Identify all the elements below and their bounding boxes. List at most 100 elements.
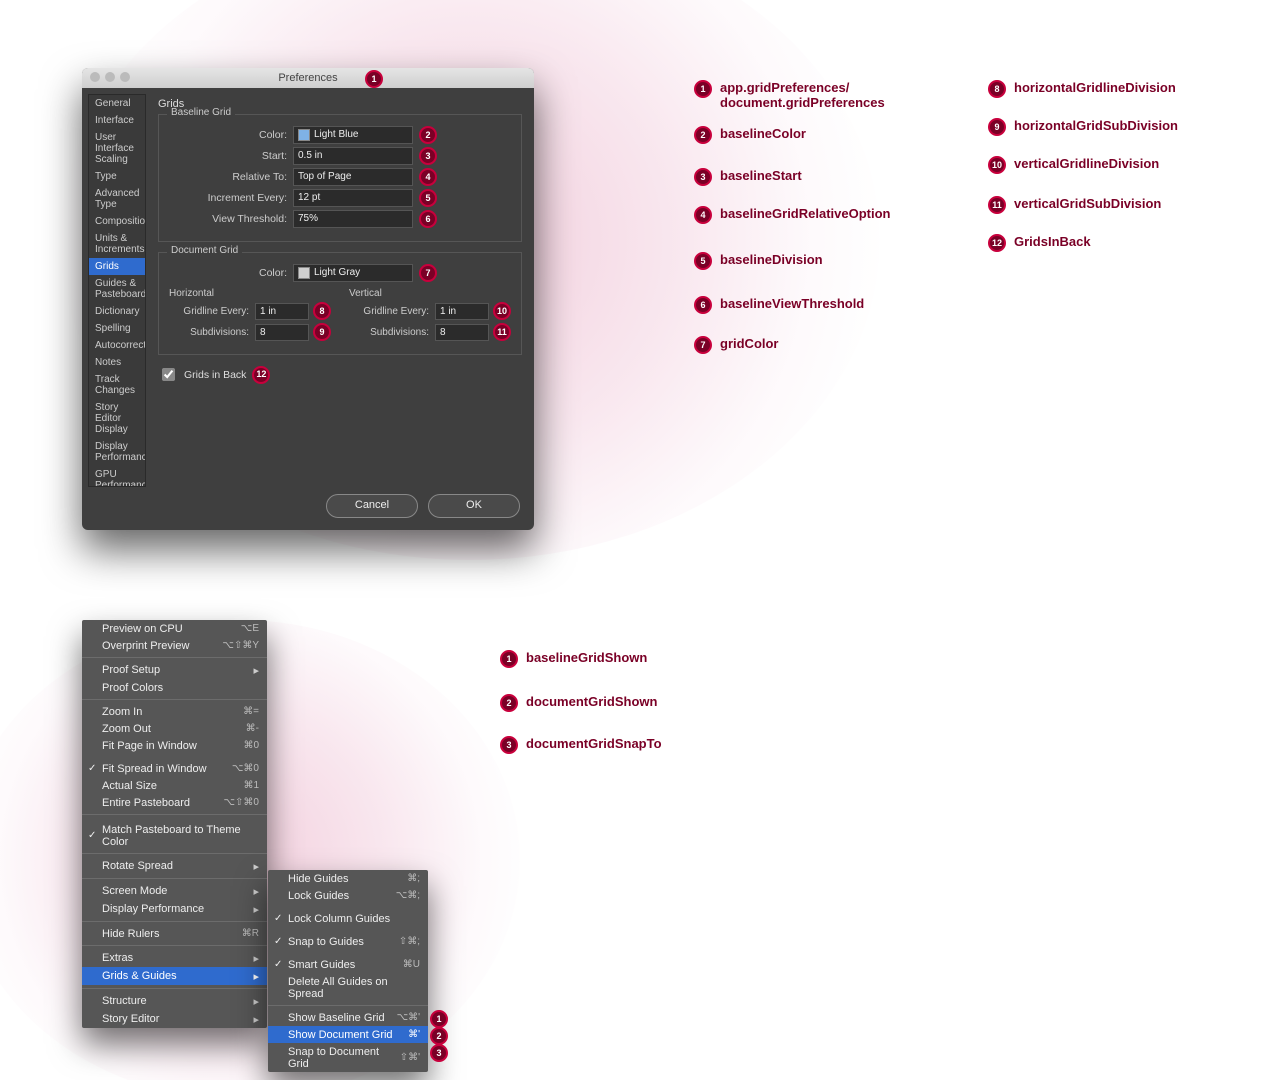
sidebar-item[interactable]: Notes (89, 354, 145, 371)
grids-in-back-checkbox[interactable] (162, 368, 175, 381)
v-subdiv-field[interactable]: 8 (435, 324, 489, 341)
menu-item[interactable]: Zoom In⌘= (82, 703, 267, 720)
sidebar-item[interactable]: Advanced Type (89, 185, 145, 213)
grids-in-back-checkbox-row: Grids in Back 12 (158, 365, 522, 384)
menu-separator (268, 1005, 428, 1006)
menu-item[interactable]: Proof Colors (82, 679, 267, 696)
sidebar-item[interactable]: Spelling (89, 320, 145, 337)
v-gridline-field[interactable]: 1 in (435, 303, 489, 320)
ok-button[interactable]: OK (428, 494, 520, 518)
callout-legend: 12GridsInBack (988, 234, 1091, 252)
sidebar-item[interactable]: Story Editor Display (89, 399, 145, 438)
sidebar-item[interactable]: General (89, 95, 145, 112)
menu-item[interactable]: Grids & Guides▸ (82, 967, 267, 985)
callout-badge: 2 (694, 126, 712, 144)
menu-item[interactable]: Zoom Out⌘- (82, 720, 267, 737)
callout-legend: 5baselineDivision (694, 252, 823, 270)
menu-item[interactable]: Story Editor▸ (82, 1010, 267, 1028)
baseline-threshold-field[interactable]: 75% (293, 210, 413, 228)
menu-item[interactable]: Entire Pasteboard⌥⇧⌘0 (82, 794, 267, 811)
sidebar-item[interactable]: Track Changes (89, 371, 145, 399)
menu-item[interactable]: Lock Guides⌥⌘; (268, 887, 428, 904)
threshold-label: View Threshold: (169, 213, 287, 225)
grids-in-back-label: Grids in Back (184, 369, 246, 381)
menu-item[interactable]: Overprint Preview⌥⇧⌘Y (82, 637, 267, 654)
sidebar-item[interactable]: Composition (89, 213, 145, 230)
color-swatch (298, 129, 310, 141)
document-grid-legend: Document Grid (167, 245, 242, 256)
sidebar-item[interactable]: Interface (89, 112, 145, 129)
callout-badge: 10 (988, 156, 1006, 174)
menu-item[interactable]: Match Pasteboard to Theme Color (82, 821, 267, 850)
cancel-button[interactable]: Cancel (326, 494, 418, 518)
menu-item[interactable]: Smart Guides⌘U (268, 956, 428, 973)
sidebar-item[interactable]: Display Performance (89, 438, 145, 466)
callout-badge-2: 2 (419, 126, 437, 144)
menu-separator (82, 814, 267, 815)
callout-badge: 11 (988, 196, 1006, 214)
menu-item[interactable]: Delete All Guides on Spread (268, 973, 428, 1002)
callout-legend: 6baselineViewThreshold (694, 296, 864, 314)
callout-badge: 6 (694, 296, 712, 314)
callout-badge: 2 (500, 694, 518, 712)
sidebar-item[interactable]: Units & Increments (89, 230, 145, 258)
vertical-label: Vertical (349, 288, 511, 299)
menu-item[interactable]: Fit Page in Window⌘0 (82, 737, 267, 754)
menu-item[interactable]: Screen Mode▸ (82, 882, 267, 900)
docgrid-color-field[interactable]: Light Gray (293, 264, 413, 282)
baseline-relative-field[interactable]: Top of Page (293, 168, 413, 186)
window-traffic-lights (90, 72, 130, 82)
menu-separator (82, 945, 267, 946)
h-gridline-field[interactable]: 1 in (255, 303, 309, 320)
callout-badge: 8 (988, 80, 1006, 98)
callout-badge-3: 3 (419, 147, 437, 165)
sidebar-item[interactable]: Autocorrect (89, 337, 145, 354)
menu-item[interactable]: Snap to Guides⇧⌘; (268, 933, 428, 950)
sidebar-item[interactable]: User Interface Scaling (89, 129, 145, 168)
sidebar-item[interactable]: Grids (89, 258, 145, 275)
callout-legend: 4baselineGridRelativeOption (694, 206, 891, 224)
grids-guides-submenu: Hide Guides⌘;Lock Guides⌥⌘; Lock Column G… (268, 870, 428, 1072)
menu-item[interactable]: Hide Rulers⌘R (82, 925, 267, 942)
menu-item[interactable]: Fit Spread in Window⌥⌘0 (82, 760, 267, 777)
sidebar-item[interactable]: Dictionary (89, 303, 145, 320)
sidebar-item[interactable]: Guides & Pasteboard (89, 275, 145, 303)
menu-item[interactable]: Display Performance▸ (82, 900, 267, 918)
dialog-titlebar: Preferences 1 (82, 68, 534, 88)
sidebar-item[interactable]: Type (89, 168, 145, 185)
menu-item[interactable]: Structure▸ (82, 992, 267, 1010)
callout-legend: 9horizontalGridSubDivision (988, 118, 1178, 136)
start-label: Start: (169, 150, 287, 162)
callout-badge: 2 (430, 1027, 448, 1045)
menu-separator (82, 657, 267, 658)
menu-separator (82, 853, 267, 854)
document-grid-group: Document Grid Color: Light Gray 7 Horizo… (158, 252, 522, 355)
baseline-start-field[interactable]: 0.5 in (293, 147, 413, 165)
menu-item[interactable]: Lock Column Guides (268, 910, 428, 927)
h-subdiv-field[interactable]: 8 (255, 324, 309, 341)
menu-item[interactable]: Actual Size⌘1 (82, 777, 267, 794)
menu-item[interactable]: Preview on CPU⌥E (82, 620, 267, 637)
callout-badge-12: 12 (252, 366, 270, 384)
callout-badge-5: 5 (419, 189, 437, 207)
baseline-grid-group: Baseline Grid Color: Light Blue 2 Start:… (158, 114, 522, 242)
menu-separator (82, 921, 267, 922)
menu-item[interactable]: Hide Guides⌘; (268, 870, 428, 887)
menu-item[interactable]: Rotate Spread▸ (82, 857, 267, 875)
menu-item[interactable]: Show Baseline Grid⌥⌘'1 (268, 1009, 428, 1026)
baseline-increment-field[interactable]: 12 pt (293, 189, 413, 207)
menu-item[interactable]: Extras▸ (82, 949, 267, 967)
baseline-color-field[interactable]: Light Blue (293, 126, 413, 144)
callout-legend: 3documentGridSnapTo (500, 736, 662, 754)
menu-item[interactable]: Snap to Document Grid⇧⌘'3 (268, 1043, 428, 1072)
v-gridline-label: Gridline Every: (349, 306, 429, 317)
callout-legend: 1app.gridPreferences/document.gridPrefer… (694, 80, 885, 110)
menu-item[interactable]: Proof Setup▸ (82, 661, 267, 679)
dialog-title: Preferences (278, 72, 337, 84)
callout-badge: 1 (694, 80, 712, 98)
relative-to-label: Relative To: (169, 171, 287, 183)
menu-item[interactable]: Show Document Grid⌘'2 (268, 1026, 428, 1043)
sidebar-item[interactable]: GPU Performance (89, 466, 145, 487)
preferences-content: Grids Baseline Grid Color: Light Blue 2 … (146, 88, 534, 493)
preferences-sidebar: GeneralInterfaceUser Interface ScalingTy… (88, 94, 146, 487)
